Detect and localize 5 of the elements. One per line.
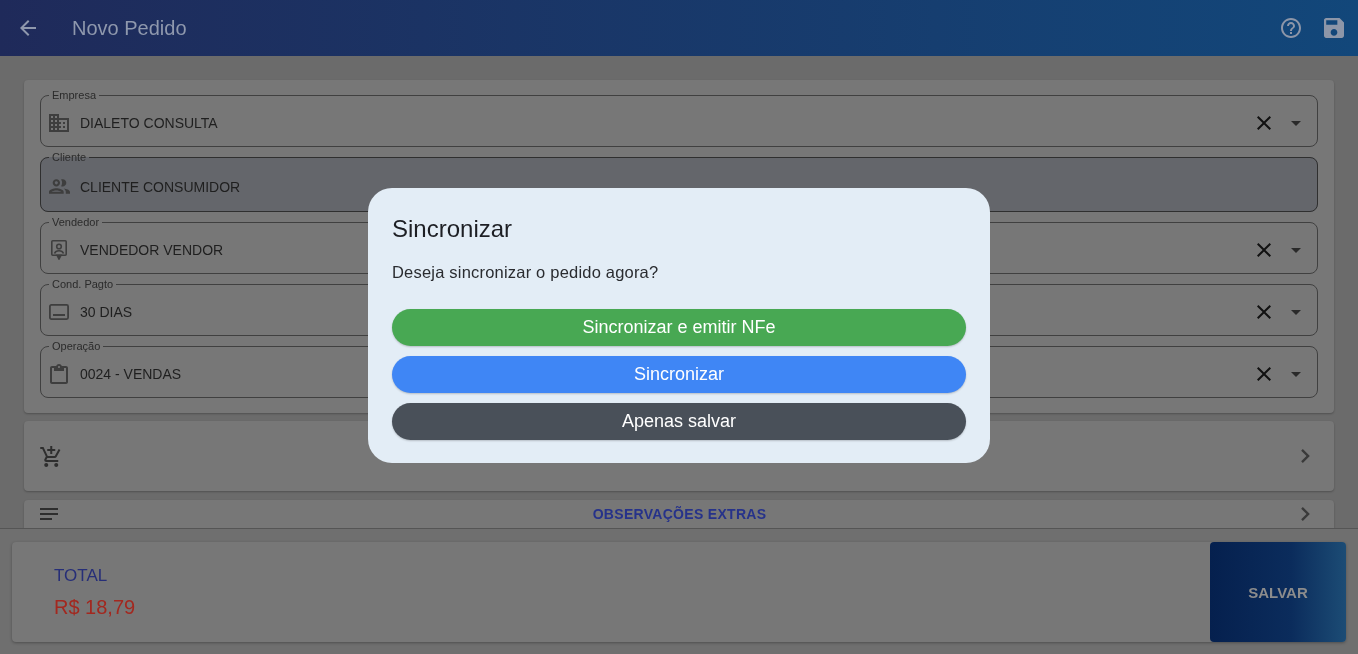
total-value: R$ 18,79	[54, 596, 136, 618]
dialog-message: Deseja sincronizar o pedido agora?	[392, 262, 660, 282]
dialog-title: Sincronizar	[392, 214, 514, 244]
total-label: TOTAL	[54, 566, 108, 586]
page-title: Novo Pedido	[72, 16, 187, 40]
